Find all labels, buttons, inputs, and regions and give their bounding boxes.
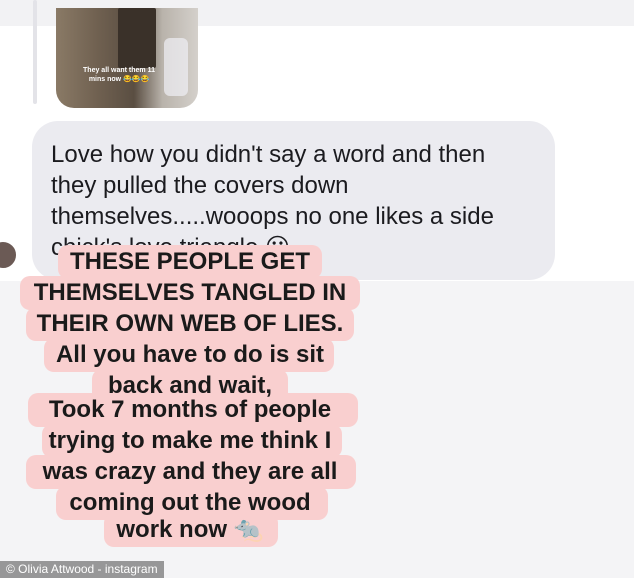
thumbnail-bottle [164,38,188,96]
message-line: themselves.....wooops no one likes a sid… [51,203,494,230]
overlay-text-line: THEMSELVES TANGLED IN [33,279,347,306]
overlay-text-line: was crazy and they are all [42,458,338,485]
photo-credit: © Olivia Attwood - instagram [0,561,164,578]
overlay-text-line: THEIR OWN WEB OF LIES. [36,310,344,337]
overlay-text-line: trying to make me think I [48,427,332,454]
reply-indicator [33,0,37,104]
overlay-text-line: Took 7 months of people [48,396,332,423]
thumbnail-shelf [118,8,156,68]
message-line: they pulled the covers down [51,172,349,199]
message-line: Love how you didn't say a word and then [51,141,486,168]
thumbnail-caption: They all want them 11 mins now 😂😂😂 [83,67,155,83]
image-thumbnail[interactable]: They all want them 11 mins now 😂😂😂 [56,8,198,108]
overlay-text-line: All you have to do is sit [55,341,325,368]
overlay-text-line: coming out the wood [69,489,311,516]
overlay-text-line: THESE PEOPLE GET [69,248,311,275]
overlay-text-line: work now 🐀 [116,516,264,543]
